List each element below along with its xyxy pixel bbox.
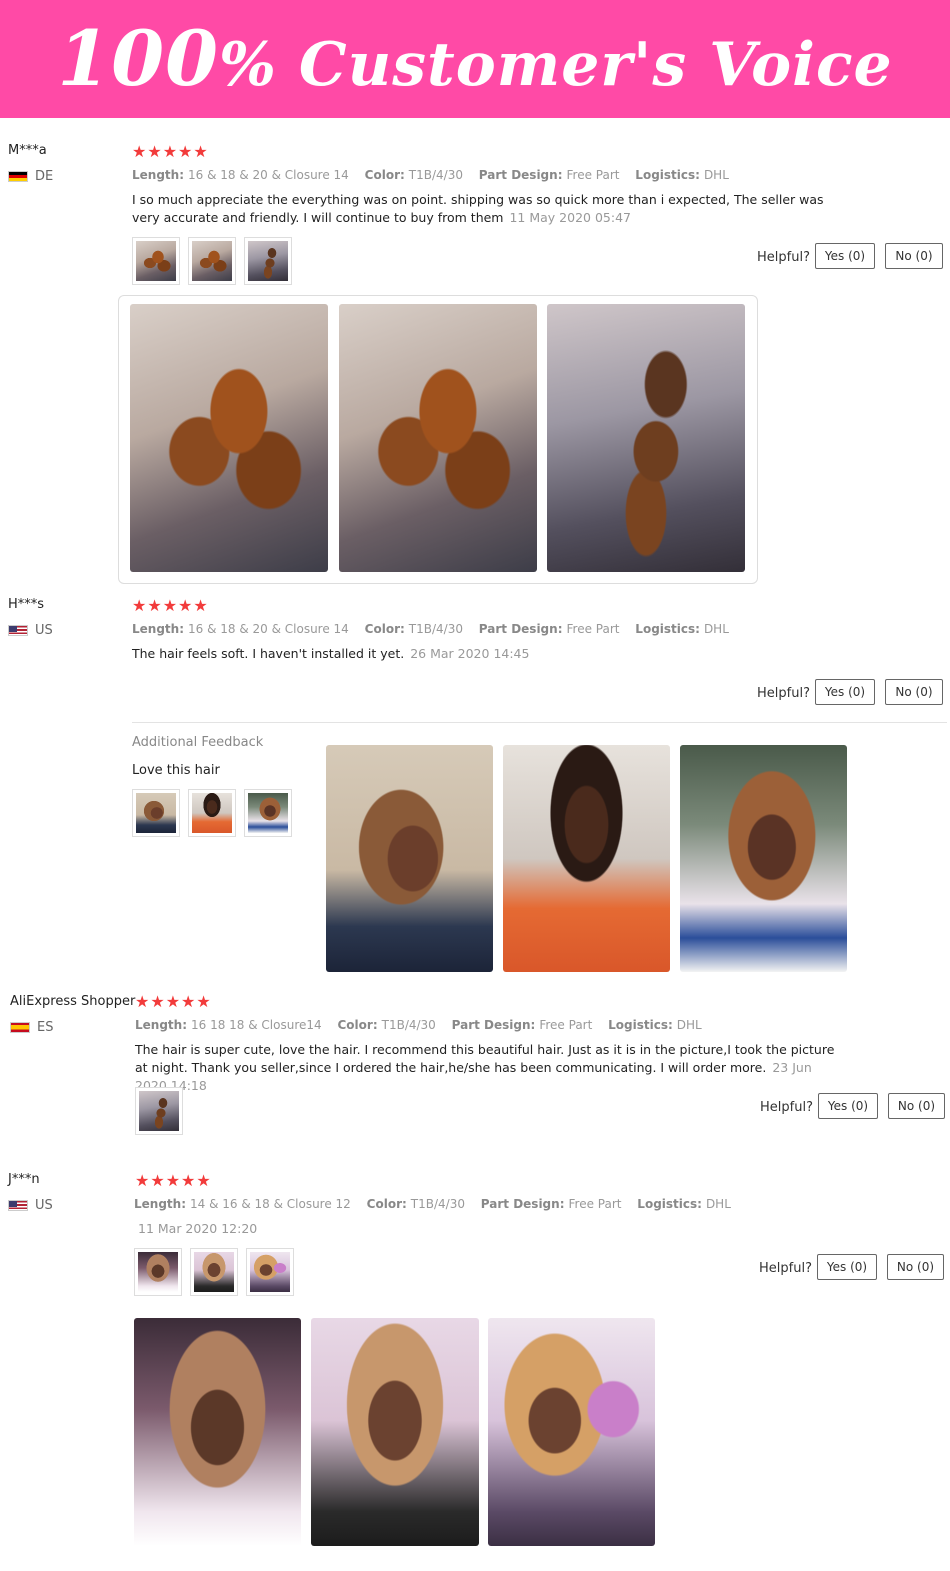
star-rating: ★★★★★ — [132, 142, 209, 161]
helpful-label: Helpful? — [760, 1100, 813, 1115]
helpful-no-button[interactable]: No (0) — [888, 1093, 945, 1119]
helpful-label: Helpful? — [759, 1261, 812, 1276]
usa-flag-icon — [8, 625, 28, 636]
review-date: 26 Mar 2020 14:45 — [410, 646, 530, 661]
additional-feedback-text: Love this hair — [132, 763, 220, 778]
review-text: 11 Mar 2020 12:20 — [132, 1220, 257, 1238]
country-code: US — [35, 623, 53, 638]
sku-attributes: Length: 16 18 18 & Closure14 Color: T1B/4/… — [135, 1018, 702, 1032]
review-thumbnail[interactable] — [244, 237, 292, 285]
expanded-photo[interactable] — [547, 304, 745, 572]
expanded-photo[interactable] — [339, 304, 537, 572]
expanded-photo[interactable] — [130, 304, 328, 572]
helpful-no-button[interactable]: No (0) — [885, 243, 943, 269]
customer-voice-banner: 100% Customer's Voice — [0, 0, 950, 118]
reviewer-name: M***a — [8, 143, 47, 158]
review-text: The hair feels soft. I haven't installed… — [132, 646, 530, 661]
reviewer-country: DE — [8, 169, 53, 184]
feedback-divider — [132, 722, 947, 723]
helpful-yes-button[interactable]: Yes (0) — [815, 243, 875, 269]
helpful-label: Helpful? — [757, 250, 810, 265]
additional-feedback-label: Additional Feedback — [132, 735, 264, 750]
additional-thumbnails — [132, 789, 292, 837]
country-code: DE — [35, 169, 54, 184]
helpful-no-button[interactable]: No (0) — [887, 1254, 944, 1280]
review-thumbnail[interactable] — [246, 1248, 294, 1296]
reviewer-country: US — [8, 1198, 53, 1213]
expanded-photo-viewer — [118, 295, 758, 584]
expanded-photo[interactable] — [488, 1318, 655, 1546]
expanded-photo[interactable] — [680, 745, 847, 972]
review-thumbnail[interactable] — [132, 789, 180, 837]
review-thumbnail[interactable] — [188, 789, 236, 837]
banner-number: 100 — [57, 14, 219, 103]
country-code: US — [35, 1198, 53, 1213]
review-thumbnail[interactable] — [244, 789, 292, 837]
usa-flag-icon — [8, 1200, 28, 1211]
review-date: 11 Mar 2020 12:20 — [138, 1221, 258, 1236]
expanded-photo[interactable] — [134, 1318, 301, 1546]
review-thumbnails — [134, 1248, 294, 1296]
spain-flag-icon — [10, 1022, 30, 1033]
reviewer-country: US — [8, 623, 53, 638]
review-text: The hair is super cute, love the hair. I… — [135, 1042, 835, 1093]
star-rating: ★★★★★ — [135, 992, 212, 1011]
reviewer-name: H***s — [8, 597, 45, 612]
expanded-photo[interactable] — [326, 745, 493, 972]
review-thumbnail[interactable] — [190, 1248, 238, 1296]
helpful-yes-button[interactable]: Yes (0) — [817, 1254, 877, 1280]
review-thumbnails — [132, 237, 292, 285]
banner-text: % Customer's Voice — [218, 30, 893, 100]
sku-attributes: Length: 16 & 18 & 20 & Closure 14 Color: T… — [132, 622, 729, 636]
review-thumbnail[interactable] — [132, 237, 180, 285]
germany-flag-icon — [8, 171, 28, 182]
reviewer-name: AliExpress Shopper — [10, 994, 136, 1009]
helpful-yes-button[interactable]: Yes (0) — [818, 1093, 878, 1119]
helpful-label: Helpful? — [757, 686, 810, 701]
banner-title: 100% Customer's Voice — [0, 14, 950, 103]
review-thumbnail[interactable] — [134, 1248, 182, 1296]
reviewer-name: J***n — [8, 1172, 40, 1187]
review-thumbnails — [135, 1087, 183, 1135]
expanded-photo[interactable] — [311, 1318, 479, 1546]
sku-attributes: Length: 16 & 18 & 20 & Closure 14 Color: T… — [132, 168, 729, 182]
sku-attributes: Length: 14 & 16 & 18 & Closure 12 Color: T… — [134, 1197, 731, 1211]
star-rating: ★★★★★ — [132, 596, 209, 615]
review-date: 11 May 2020 05:47 — [509, 210, 631, 225]
star-rating: ★★★★★ — [135, 1171, 212, 1190]
country-code: ES — [37, 1020, 54, 1035]
expanded-photo[interactable] — [503, 745, 670, 972]
helpful-no-button[interactable]: No (0) — [885, 679, 943, 705]
review-text: I so much appreciate the everything was … — [132, 192, 824, 225]
helpful-yes-button[interactable]: Yes (0) — [815, 679, 875, 705]
review-thumbnail[interactable] — [188, 237, 236, 285]
review-thumbnail[interactable] — [135, 1087, 183, 1135]
reviewer-country: ES — [10, 1020, 53, 1035]
